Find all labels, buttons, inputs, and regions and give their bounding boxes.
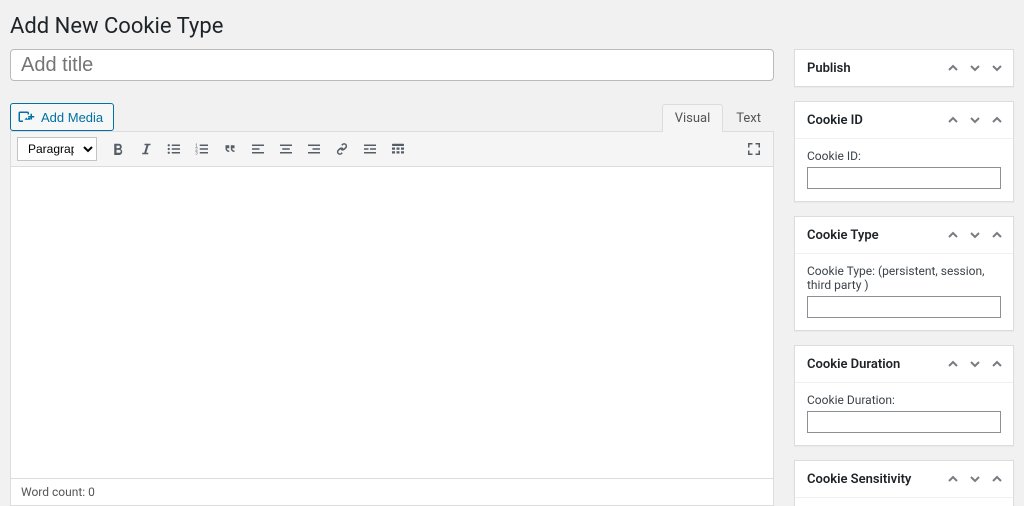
main-column: Add Media Visual Text Paragraph xyxy=(10,49,774,506)
cookie-sensitivity-title: Cookie Sensitivity xyxy=(807,472,911,487)
svg-text:3: 3 xyxy=(195,150,198,156)
move-up-icon[interactable] xyxy=(945,356,961,372)
move-up-icon[interactable] xyxy=(945,60,961,76)
tab-visual[interactable]: Visual xyxy=(662,104,724,132)
toggle-icon[interactable] xyxy=(989,471,1005,487)
word-count: Word count: 0 xyxy=(11,478,773,505)
editor-box: Paragraph 123 xyxy=(10,131,774,506)
add-media-button[interactable]: Add Media xyxy=(10,103,114,131)
cookie-id-box: Cookie ID Cookie ID: xyxy=(794,101,1014,202)
cookie-duration-input[interactable] xyxy=(807,411,1001,433)
bold-button[interactable] xyxy=(105,136,131,162)
italic-button[interactable] xyxy=(133,136,159,162)
align-center-button[interactable] xyxy=(273,136,299,162)
cookie-duration-label: Cookie Duration: xyxy=(807,393,1001,407)
page-title: Add New Cookie Type xyxy=(10,14,1014,39)
link-button[interactable] xyxy=(329,136,355,162)
bullet-list-button[interactable] xyxy=(161,136,187,162)
cookie-id-label: Cookie ID: xyxy=(807,149,1001,163)
media-icon xyxy=(17,107,35,128)
align-right-button[interactable] xyxy=(301,136,327,162)
move-up-icon[interactable] xyxy=(945,471,961,487)
cookie-id-title: Cookie ID xyxy=(807,113,863,128)
cookie-id-input[interactable] xyxy=(807,167,1001,189)
numbered-list-button[interactable]: 123 xyxy=(189,136,215,162)
toolbar-toggle-button[interactable] xyxy=(385,136,411,162)
read-more-button[interactable] xyxy=(357,136,383,162)
move-down-icon[interactable] xyxy=(967,471,983,487)
blockquote-button[interactable] xyxy=(217,136,243,162)
publish-box: Publish xyxy=(794,49,1014,87)
fullscreen-button[interactable] xyxy=(741,136,767,162)
move-down-icon[interactable] xyxy=(967,356,983,372)
cookie-type-box: Cookie Type Cookie Type: (persistent, se… xyxy=(794,216,1014,331)
post-title-input[interactable] xyxy=(10,49,774,81)
move-down-icon[interactable] xyxy=(967,227,983,243)
cookie-sensitivity-box: Cookie Sensitivity Cookie Sensitivity: (… xyxy=(794,460,1014,506)
cookie-duration-box: Cookie Duration Cookie Duration: xyxy=(794,345,1014,446)
sidebar-column: Publish Cookie ID xyxy=(794,49,1014,506)
publish-title: Publish xyxy=(807,61,851,76)
cookie-type-title: Cookie Type xyxy=(807,228,879,243)
format-select[interactable]: Paragraph xyxy=(17,137,97,161)
move-down-icon[interactable] xyxy=(967,60,983,76)
cookie-duration-title: Cookie Duration xyxy=(807,357,900,372)
toggle-icon[interactable] xyxy=(989,356,1005,372)
move-down-icon[interactable] xyxy=(967,112,983,128)
add-media-label: Add Media xyxy=(41,110,103,125)
toggle-icon[interactable] xyxy=(989,112,1005,128)
cookie-type-label: Cookie Type: (persistent, session, third… xyxy=(807,264,1001,292)
align-left-button[interactable] xyxy=(245,136,271,162)
editor-toolbar: Paragraph 123 xyxy=(11,132,773,167)
toggle-icon[interactable] xyxy=(989,227,1005,243)
tab-text[interactable]: Text xyxy=(723,104,774,132)
move-up-icon[interactable] xyxy=(945,227,961,243)
move-up-icon[interactable] xyxy=(945,112,961,128)
cookie-type-input[interactable] xyxy=(807,296,1001,318)
editor-content[interactable] xyxy=(11,167,773,478)
toggle-icon[interactable] xyxy=(989,60,1005,76)
